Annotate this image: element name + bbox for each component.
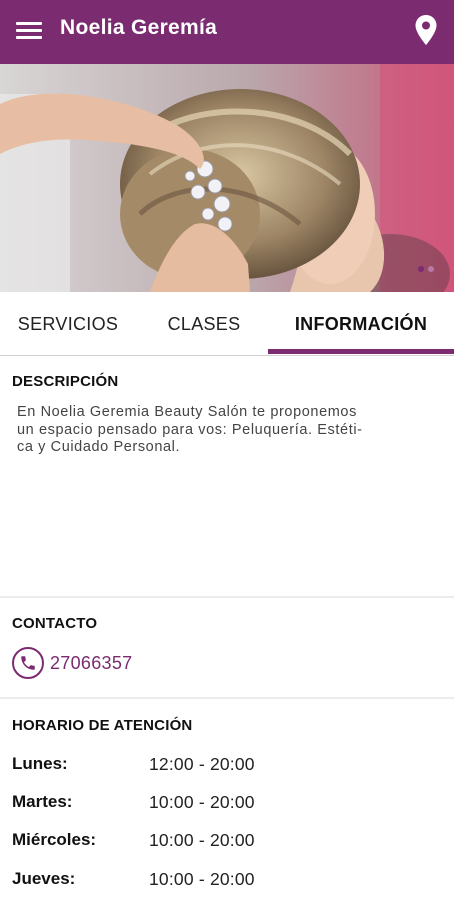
location-pin-icon[interactable] <box>414 14 438 46</box>
tab-bar: SERVICIOS CLASES INFORMACIÓN <box>0 292 454 356</box>
contact-title: CONTACTO <box>12 615 98 632</box>
section-divider <box>0 697 454 699</box>
schedule-day: Lunes: <box>12 754 68 773</box>
hairstyle-photo <box>0 64 454 292</box>
description-title: DESCRIPCIÓN <box>12 373 119 390</box>
description-line: En Noelia Geremia Beauty Salón te propon… <box>17 404 357 420</box>
hero-image[interactable] <box>0 64 454 292</box>
schedule-day: Miércoles: <box>12 830 97 849</box>
schedule-day: Martes: <box>12 792 73 811</box>
description-line: ca y Cuidado Personal. <box>17 439 181 455</box>
tab-clases[interactable]: CLASES <box>136 292 272 356</box>
schedule-hours: 10:00 - 20:00 <box>149 869 255 889</box>
carousel-dot-active[interactable] <box>418 266 424 272</box>
section-divider <box>0 596 454 598</box>
phone-icon <box>12 647 44 679</box>
schedule-hours: 10:00 - 20:00 <box>149 830 255 850</box>
schedule-title: HORARIO DE ATENCIÓN <box>12 717 193 734</box>
schedule-hours: 10:00 - 20:00 <box>149 792 255 812</box>
tab-servicios[interactable]: SERVICIOS <box>0 292 136 356</box>
carousel-dot[interactable] <box>428 266 434 272</box>
app-bar: Noelia Geremía <box>0 0 454 64</box>
phone-number[interactable]: 27066357 <box>50 653 133 674</box>
description-text: En Noelia Geremia Beauty Salón te propon… <box>17 404 437 457</box>
tab-informacion[interactable]: INFORMACIÓN <box>268 292 454 356</box>
carousel-dots <box>418 266 434 272</box>
active-tab-indicator <box>268 349 454 354</box>
menu-icon[interactable] <box>16 20 42 42</box>
description-line: un espacio pensado para vos: Peluquería.… <box>17 421 363 438</box>
phone-link[interactable]: 27066357 <box>12 646 133 680</box>
schedule-hours: 12:00 - 20:00 <box>149 754 255 774</box>
schedule-day: Jueves: <box>12 869 76 888</box>
app-title: Noelia Geremía <box>60 16 218 39</box>
